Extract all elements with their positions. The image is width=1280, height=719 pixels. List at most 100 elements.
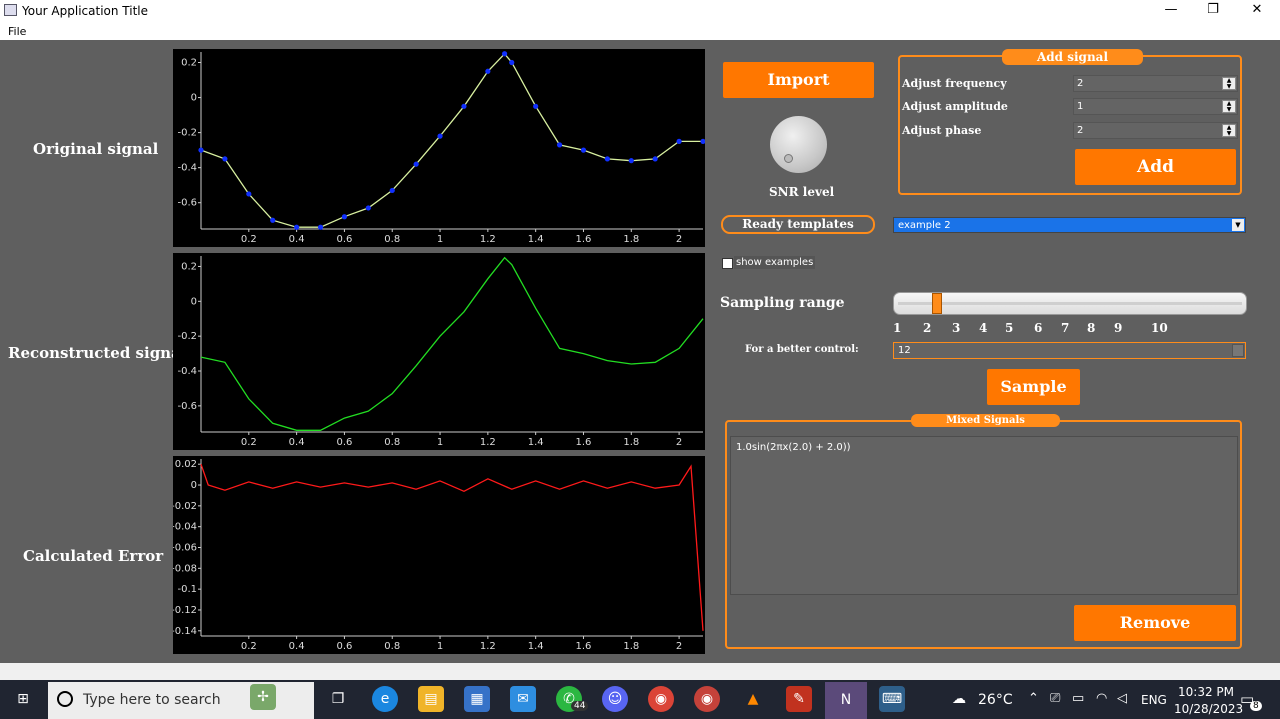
frequency-stepper[interactable]: ▲ ▼ (1222, 77, 1236, 90)
x-tick-label: 0.6 (336, 234, 352, 245)
slider-tick: 1 (893, 321, 902, 335)
x-tick-label: 0.6 (336, 437, 352, 448)
mixed-signals-list[interactable]: 1.0sin(2πx(2.0) + 2.0)) (730, 436, 1238, 595)
calculated-error-label: Calculated Error (23, 547, 164, 565)
sample-point (389, 187, 395, 194)
y-tick-label: -0.2 (177, 331, 197, 342)
weather-icon[interactable]: ☁ (946, 686, 972, 712)
app-icon-red[interactable]: ✎ (786, 686, 812, 712)
x-tick-label: 0.4 (289, 641, 305, 652)
sample-point (270, 217, 276, 223)
chevron-down-icon[interactable]: ▼ (1232, 219, 1244, 231)
meet-icon[interactable]: ⎚ (1050, 691, 1060, 706)
sample-point (413, 161, 419, 167)
slider-tick: 7 (1061, 321, 1070, 335)
sample-point (317, 224, 324, 230)
y-tick-label: -0.2 (177, 128, 197, 139)
import-button[interactable]: Import (723, 62, 874, 98)
whatsapp-badge: 44 (571, 701, 589, 711)
slider-tick: 9 (1114, 321, 1123, 335)
wifi-icon[interactable]: ◠ (1096, 691, 1107, 706)
restore-button[interactable]: ❐ (1190, 0, 1236, 22)
y-tick-label: -0.4 (177, 163, 197, 174)
better-control-spinbox[interactable]: 12 (893, 342, 1246, 359)
chrome-icon[interactable]: ◉ (648, 686, 674, 712)
add-button[interactable]: Add (1075, 149, 1236, 185)
sample-button[interactable]: Sample (987, 369, 1080, 405)
x-tick-label: 0.6 (336, 641, 352, 652)
sample-point (628, 158, 634, 164)
y-tick-label: 0.2 (181, 261, 197, 272)
phase-label: Adjust phase (902, 124, 982, 137)
sample-point (437, 133, 443, 139)
list-item[interactable]: 1.0sin(2πx(2.0) + 2.0)) (736, 442, 1232, 453)
store-icon[interactable]: ▦ (464, 686, 490, 712)
sample-point (509, 59, 515, 66)
phase-spinbox[interactable]: 2 ▲ ▼ (1073, 122, 1238, 139)
amplitude-spinbox[interactable]: 1 ▲ ▼ (1073, 98, 1238, 115)
y-tick-label: -0.1 (177, 584, 197, 595)
reconstructed-signal-plot[interactable]: 0.2 0.4 0.6 0.8 1 1.2 1.4 1.6 1.8 2 0.2 0 -0.2 -0.4 -0… (173, 253, 705, 450)
series-line (200, 463, 704, 631)
better-control-stepper[interactable] (1232, 344, 1244, 357)
phase-stepper[interactable]: ▲ ▼ (1222, 124, 1236, 137)
slider-tick: 6 (1034, 321, 1043, 335)
sample-point (341, 214, 348, 220)
mail-icon[interactable]: ✉ (510, 686, 536, 712)
x-tick-label: 1.4 (528, 641, 544, 652)
y-tick-label: -0.4 (177, 366, 197, 377)
minimize-button[interactable]: — (1148, 0, 1194, 22)
speaker-icon[interactable]: ◁ (1117, 691, 1127, 706)
add-signal-title: Add signal (1002, 49, 1143, 65)
amplitude-stepper[interactable]: ▲ ▼ (1222, 100, 1236, 113)
chrome-profile-icon[interactable]: ◉ (694, 686, 720, 712)
y-tick-label: -0.12 (173, 605, 197, 616)
task-view-icon[interactable]: ❐ (325, 686, 351, 712)
y-tick-label: -0.6 (177, 198, 197, 209)
x-tick-label: 1.8 (623, 641, 639, 652)
edge-icon[interactable]: e (372, 686, 398, 712)
tray-chevron-icon[interactable]: ⌃ (1028, 691, 1039, 706)
x-tick-label: 1.6 (576, 641, 592, 652)
x-tick-label: 0.2 (241, 437, 257, 448)
sampling-slider[interactable] (893, 292, 1247, 315)
snr-dial[interactable] (770, 116, 827, 173)
menu-file[interactable]: File (8, 25, 26, 38)
x-tick-label: 2 (676, 641, 682, 652)
frequency-spinbox[interactable]: 2 ▲ ▼ (1073, 75, 1238, 92)
show-examples-checkbox[interactable] (722, 258, 733, 269)
clock-date[interactable]: 10/28/2023 (1174, 702, 1243, 716)
python-app-icon[interactable]: ⌨ (879, 686, 905, 712)
x-tick-label: 0.2 (241, 234, 257, 245)
clock-time[interactable]: 10:32 PM (1178, 685, 1234, 699)
show-examples-label[interactable]: show examples (734, 256, 816, 269)
frequency-value: 2 (1077, 78, 1084, 89)
close-button[interactable]: ✕ (1234, 0, 1280, 22)
x-tick-label: 1.2 (480, 437, 496, 448)
visual-studio-icon[interactable]: N (825, 682, 867, 719)
language-indicator[interactable]: ENG (1141, 693, 1167, 707)
series-line (200, 256, 704, 431)
windows-start-icon[interactable]: ⊞ (10, 686, 36, 712)
vlc-icon[interactable]: ▲ (740, 686, 766, 712)
sample-point (604, 156, 610, 162)
weather-temp: 26°C (978, 692, 1013, 708)
remove-button[interactable]: Remove (1074, 605, 1236, 641)
battery-icon[interactable]: ▭ (1072, 691, 1084, 706)
reconstructed-signal-label: Reconstructed signal (8, 344, 187, 362)
slider-handle[interactable] (932, 293, 942, 314)
templates-selected: example 2 (898, 220, 951, 231)
mixed-signals-title: Mixed Signals (911, 414, 1060, 427)
templates-dropdown[interactable]: example 2 ▼ (893, 217, 1246, 233)
slider-tick: 2 (923, 321, 932, 335)
discord-icon[interactable]: ☺ (602, 686, 628, 712)
ready-templates-button[interactable]: Ready templates (721, 215, 875, 234)
series-line (200, 52, 703, 228)
file-explorer-icon[interactable]: ▤ (418, 686, 444, 712)
error-plot[interactable]: 0.2 0.4 0.6 0.8 1 1.2 1.4 1.6 1.8 2 0.02 0 -0.02 -0.0… (173, 456, 705, 654)
x-tick-label: 2 (676, 234, 682, 245)
original-signal-plot[interactable]: 0.2 0.4 0.6 0.8 1 1.2 1.4 1.6 1.8 2 0.2 0 -0.2 -0.4 -0… (173, 49, 705, 247)
window-title: Your Application Title (22, 4, 149, 18)
y-tick-label: -0.02 (173, 501, 197, 512)
reconstructed-signal-svg: 0.2 0.4 0.6 0.8 1 1.2 1.4 1.6 1.8 2 0.2 0 -0.2 -0.4 -0… (177, 256, 704, 448)
